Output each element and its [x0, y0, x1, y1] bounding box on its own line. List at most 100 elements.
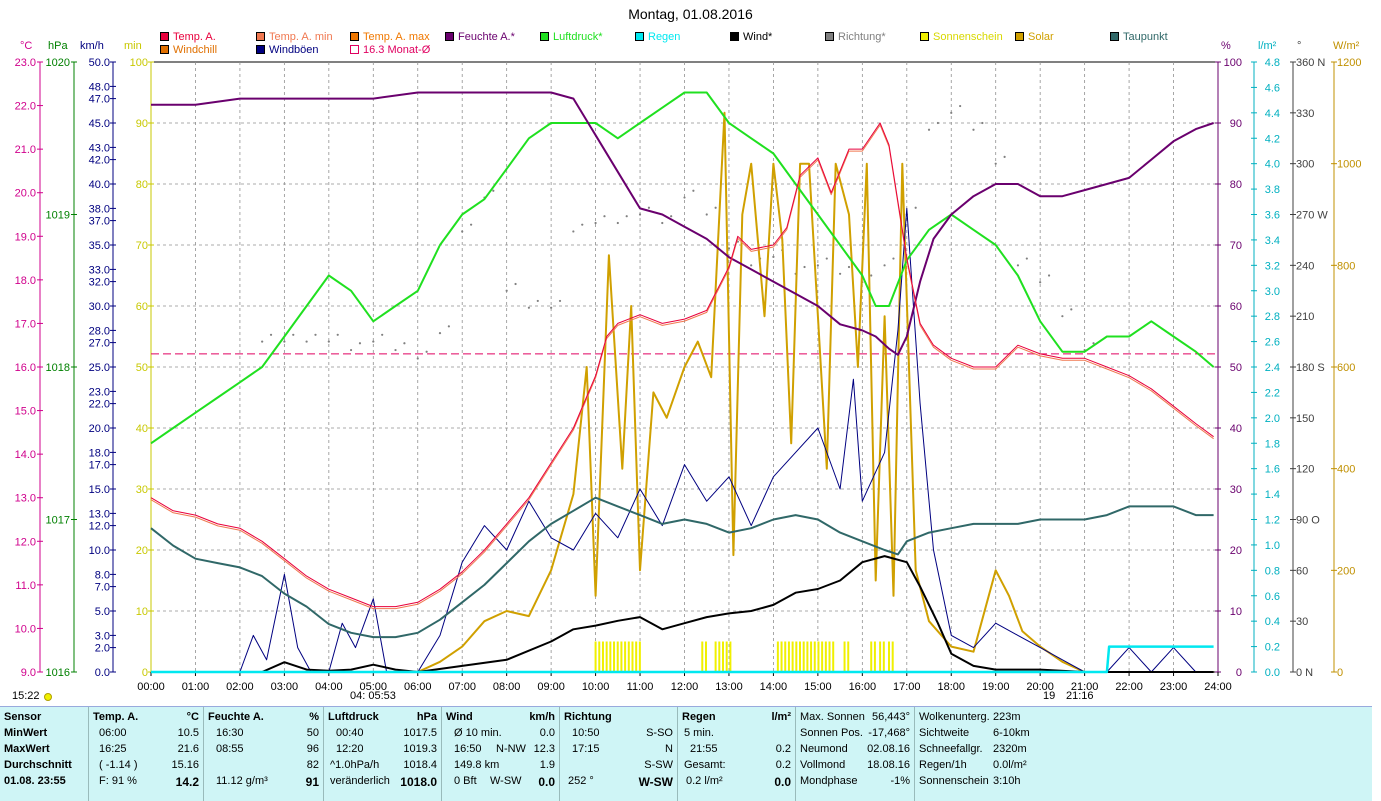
direction-point	[305, 340, 308, 343]
percent-axis-label: 80	[1230, 179, 1242, 191]
celsius-axis-label: 9.0	[21, 667, 36, 679]
pressure-max-value: 1019.3	[403, 743, 437, 755]
direction-point	[847, 265, 851, 269]
lm2-axis-label: 3.8	[1265, 184, 1280, 196]
wind-max-dir: N-NW	[496, 743, 526, 755]
direction-point	[292, 333, 295, 336]
direction-point	[261, 340, 264, 343]
wind-current-dir: W-SW	[490, 775, 522, 787]
humidity-unit: %	[309, 711, 319, 723]
full-moon-label: Vollmond	[800, 759, 846, 771]
humidity-max-value: 96	[306, 743, 319, 755]
direction-point	[416, 357, 419, 360]
percent-axis-label: 70	[1230, 240, 1242, 252]
wind-header: Wind	[446, 711, 473, 723]
min-axis-label: 90	[136, 118, 148, 130]
minwert-label: MinWert	[4, 727, 48, 739]
wm2-axis-label: 400	[1337, 464, 1355, 476]
direction-point	[972, 128, 975, 131]
kmh-axis-label: 25.0	[89, 362, 110, 374]
lm2-axis-label: 4.8	[1265, 57, 1280, 69]
rain-total-label: Gesamt:	[684, 759, 726, 771]
celsius-axis-label: 20.0	[15, 188, 36, 200]
sunshine-label: Sonnenschein	[919, 775, 989, 787]
pressure-max-time: 12:20	[336, 743, 364, 755]
kmh-axis-label: 48.0	[89, 81, 110, 93]
direction-point	[661, 221, 664, 225]
cloud-base-value: 223m	[993, 711, 1021, 723]
wind-mean-value: 1.9	[539, 759, 555, 771]
kmh-axis-label: 15.0	[89, 484, 110, 496]
min-axis-label: 30	[136, 484, 148, 496]
celsius-axis-label: 21.0	[15, 144, 36, 156]
humidity-avg-value: 82	[306, 759, 319, 771]
min-axis-label: 10	[136, 606, 148, 618]
temp-header: Temp. A.	[93, 711, 139, 723]
direction-point	[603, 215, 606, 218]
lm2-axis-label: 0.8	[1265, 565, 1280, 577]
celsius-axis-label: 23.0	[15, 57, 36, 69]
new-moon-value: 02.08.16	[867, 743, 910, 755]
lm2-axis-label: 1.6	[1265, 464, 1280, 476]
direction-point	[558, 299, 562, 303]
direction-point	[372, 340, 375, 343]
direction-point	[1039, 281, 1042, 284]
visibility-label: Sichtweite	[919, 727, 970, 739]
kmh-axis-label: 7.0	[95, 582, 110, 594]
full-moon-value: 18.08.16	[867, 759, 910, 771]
direction-point	[514, 282, 517, 286]
lm2-axis-label: 1.2	[1265, 515, 1280, 527]
hpa-axis-label: 1020	[46, 57, 70, 69]
min-axis-label: 20	[136, 545, 148, 557]
pressure-min-value: 1017.5	[403, 727, 437, 739]
lm2-axis-label: 2.8	[1265, 311, 1280, 323]
kmh-axis-label: 22.0	[89, 399, 110, 411]
sensor-header: Sensor	[4, 711, 42, 723]
rain-1h-value: 0.0l/m²	[993, 759, 1027, 771]
direction-point	[425, 350, 428, 353]
kmh-axis-label: 5.0	[95, 606, 110, 618]
sunshine-value: 3:10h	[993, 775, 1021, 787]
temp-column: Temp. A. °C 06:00 10.5 16:25 21.6 ( -1.14 )…	[89, 707, 204, 801]
wind-max-value: 12.3	[533, 743, 555, 755]
celsius-axis-label: 22.0	[15, 101, 36, 113]
rain-max-value: 0.2	[775, 743, 791, 755]
sun-pos-value: -17,468°	[868, 727, 910, 739]
lm2-axis-label: 4.0	[1265, 159, 1280, 171]
direction-point	[581, 223, 584, 226]
lm2-axis-label: 0.4	[1265, 616, 1280, 628]
direction-point	[638, 213, 642, 216]
min-axis-label: 0	[142, 667, 148, 679]
min-axis-label: 50	[136, 362, 148, 374]
wind-current-value: 0.0	[538, 775, 555, 789]
kmh-axis-label: 18.0	[89, 447, 110, 459]
pressure-unit: hPa	[416, 711, 437, 723]
percent-axis-label: 90	[1230, 118, 1242, 130]
direction-current-value: W-SW	[638, 775, 673, 789]
kmh-axis-label: 28.0	[89, 325, 110, 337]
deg-axis-label: 60	[1296, 565, 1308, 577]
sun-icon	[44, 693, 52, 701]
kmh-axis-label: 8.0	[95, 569, 110, 581]
lm2-axis-label: 0.2	[1265, 642, 1280, 654]
direction-point	[825, 257, 828, 260]
direction-point	[1061, 315, 1064, 318]
deg-axis-label: 360 N	[1296, 57, 1325, 69]
direction-point	[536, 299, 539, 303]
direction-point	[505, 289, 508, 292]
percent-axis-label: 40	[1230, 423, 1242, 435]
kmh-axis-label: 37.0	[89, 216, 110, 228]
kmh-axis-label: 20.0	[89, 423, 110, 435]
wind-max-time: 16:50	[454, 743, 482, 755]
percent-axis-label: 100	[1224, 57, 1242, 69]
direction-point	[381, 333, 384, 336]
wm2-axis-label: 1000	[1337, 159, 1361, 171]
min-axis-label: 40	[136, 423, 148, 435]
lm2-axis-label: 2.2	[1265, 387, 1280, 399]
max-sun-label: Max. Sonnen	[800, 711, 865, 723]
current-label: 01.08. 23:55	[4, 775, 66, 787]
deg-axis-label: 180 S	[1296, 362, 1325, 374]
temp-min-time: 06:00	[99, 727, 127, 739]
moon-phase-value: -1%	[890, 775, 910, 787]
kmh-axis-label: 33.0	[89, 264, 110, 276]
